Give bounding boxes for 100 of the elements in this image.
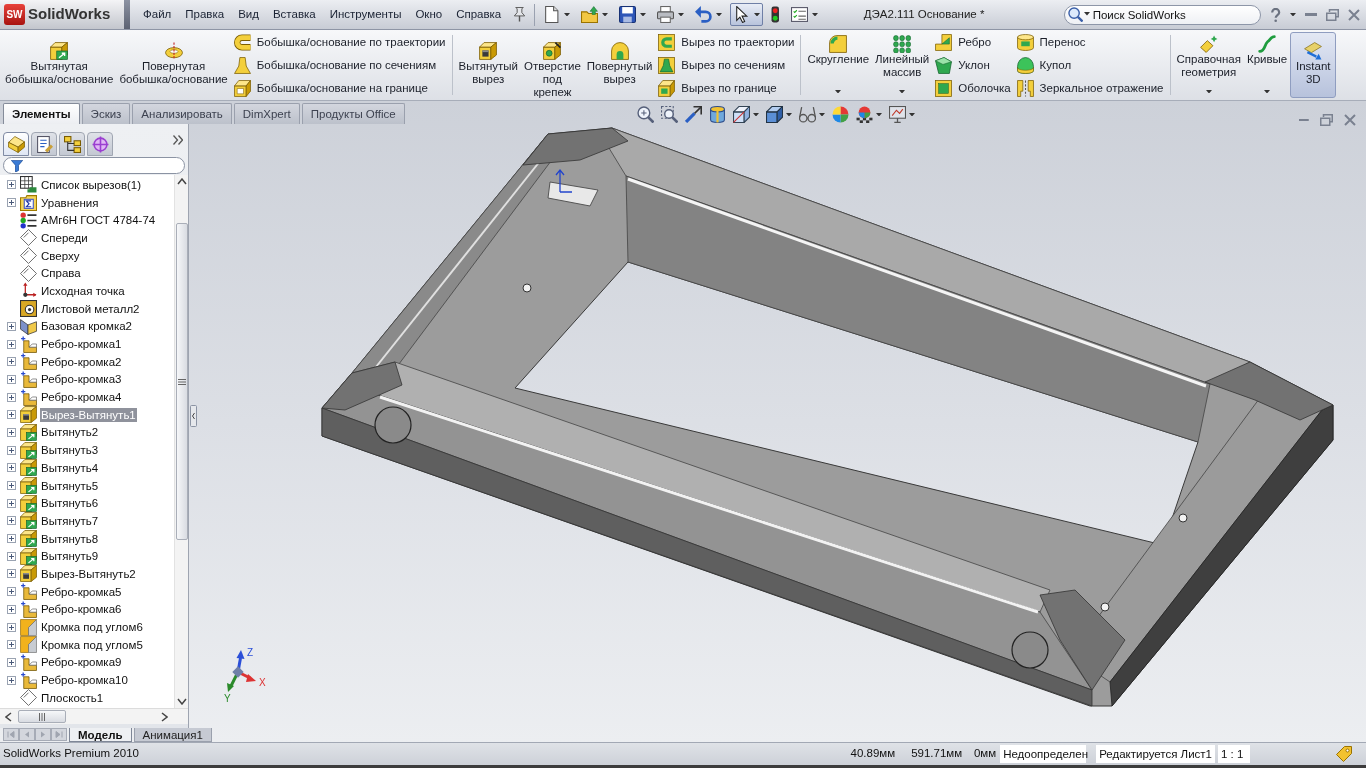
drilled-block-icon[interactable] bbox=[543, 42, 562, 60]
tree-item[interactable]: Сверху bbox=[40, 248, 81, 263]
ruler-arrow-icon[interactable] bbox=[1304, 42, 1323, 60]
bell-shape-icon[interactable] bbox=[233, 57, 251, 74]
command-tab[interactable]: Продукты Office bbox=[301, 103, 405, 124]
tree-item[interactable]: Вытянуть9 bbox=[40, 549, 100, 564]
restore-icon[interactable] bbox=[1326, 8, 1339, 21]
caret-icon[interactable] bbox=[908, 112, 915, 117]
caret-icon[interactable] bbox=[564, 12, 571, 17]
menu-item[interactable]: Справка bbox=[449, 5, 509, 24]
skip-start-icon[interactable] bbox=[3, 728, 19, 741]
expand-icon[interactable] bbox=[6, 463, 16, 473]
expand-icon[interactable] bbox=[6, 604, 16, 614]
scroll-right-icon[interactable] bbox=[161, 711, 168, 722]
expand-icon[interactable] bbox=[6, 551, 16, 561]
ribbon-command[interactable]: Оболочка bbox=[933, 77, 1013, 100]
tree-item[interactable]: Кромка под углом5 bbox=[40, 637, 144, 652]
caret-icon[interactable] bbox=[811, 12, 818, 17]
dome-icon[interactable] bbox=[1016, 57, 1034, 74]
expand-icon[interactable] bbox=[6, 516, 16, 526]
tree-item[interactable]: Уравнения bbox=[40, 195, 100, 210]
revolve-axis-icon[interactable] bbox=[164, 42, 183, 60]
printer-icon[interactable] bbox=[657, 6, 675, 23]
magnifier-icon[interactable] bbox=[636, 106, 654, 123]
double-chevron-icon[interactable] bbox=[173, 135, 183, 145]
tree-item[interactable]: Ребро-кромка4 bbox=[40, 390, 123, 405]
ribbon-command[interactable]: Зеркальное отражение bbox=[1014, 77, 1166, 100]
expand-icon[interactable] bbox=[6, 374, 16, 384]
open-box-cut-icon[interactable] bbox=[658, 80, 676, 97]
ribbon-command[interactable]: Купол bbox=[1014, 54, 1166, 77]
model-tab[interactable]: Анимация1 bbox=[133, 728, 212, 742]
ribbon-button[interactable]: Линейный массив bbox=[872, 32, 933, 98]
blank-page-icon[interactable] bbox=[543, 6, 561, 23]
caret-icon[interactable] bbox=[640, 12, 647, 17]
caret-icon[interactable] bbox=[752, 112, 759, 117]
save-icon[interactable] bbox=[619, 6, 637, 23]
horizontal-scrollbar[interactable] bbox=[0, 708, 188, 724]
menu-item[interactable]: Инструменты bbox=[322, 5, 409, 24]
ribbon-command[interactable]: Вырез по сечениям bbox=[656, 54, 797, 77]
expand-icon[interactable] bbox=[6, 357, 16, 367]
caret-icon[interactable] bbox=[818, 112, 825, 117]
tree-item[interactable]: АМг6Н ГОСТ 4784-74 bbox=[40, 213, 157, 228]
caret-icon[interactable] bbox=[785, 112, 792, 117]
caret-icon[interactable] bbox=[1264, 89, 1271, 93]
undo-icon[interactable] bbox=[695, 6, 713, 23]
menu-item[interactable]: Вставка bbox=[265, 5, 323, 24]
expand-icon[interactable] bbox=[6, 481, 16, 491]
tree-item[interactable]: Листовой металл2 bbox=[40, 301, 141, 316]
block-arrow-icon[interactable] bbox=[50, 42, 69, 60]
cylinder-icon[interactable] bbox=[1016, 34, 1034, 51]
monitor-icon[interactable] bbox=[888, 106, 906, 123]
expand-icon[interactable] bbox=[6, 427, 16, 437]
scroll-up-icon[interactable] bbox=[176, 178, 187, 185]
domed-block-icon[interactable] bbox=[610, 42, 629, 60]
ribbon-button[interactable]: Отверстие под крепеж bbox=[521, 32, 584, 98]
ribbed-block-icon[interactable] bbox=[935, 34, 953, 51]
expand-icon[interactable] bbox=[6, 392, 16, 402]
caret-icon[interactable] bbox=[1205, 89, 1212, 93]
model-tab[interactable]: Модель bbox=[69, 728, 132, 742]
expand-icon[interactable] bbox=[6, 587, 16, 597]
tree-item[interactable]: Плоскость1 bbox=[40, 690, 105, 705]
splitter-handle-icon[interactable] bbox=[189, 405, 197, 427]
ribbon-button[interactable]: Повернутый вырез bbox=[583, 32, 656, 98]
caret-icon[interactable] bbox=[875, 112, 882, 117]
ribbon-command[interactable]: Перенос bbox=[1014, 31, 1166, 54]
dot-grid-icon[interactable] bbox=[893, 35, 912, 53]
shaded-cube-icon[interactable] bbox=[765, 106, 783, 123]
tree-item[interactable]: Кромка под углом6 bbox=[40, 620, 144, 635]
color-sphere-icon[interactable] bbox=[831, 106, 849, 123]
cursor-arrow-icon[interactable] bbox=[733, 6, 751, 23]
checklist-icon[interactable] bbox=[790, 6, 808, 23]
command-tab[interactable]: DimXpert bbox=[233, 103, 300, 124]
scroll-left-icon[interactable] bbox=[5, 711, 12, 722]
curve-icon[interactable] bbox=[1258, 35, 1277, 53]
ribbon-command[interactable]: Уклон bbox=[933, 54, 1013, 77]
block-pocket-icon[interactable] bbox=[479, 42, 498, 60]
menu-item[interactable]: Окно bbox=[408, 5, 450, 24]
tree-item[interactable]: Вытянуть7 bbox=[40, 513, 100, 528]
open-box-icon[interactable] bbox=[233, 80, 251, 97]
tree-item[interactable]: Ребро-кромка9 bbox=[40, 655, 123, 670]
ribbon-command[interactable]: Бобышка/основание по траектории bbox=[231, 31, 448, 54]
ribbon-command[interactable]: Вырез по траектории bbox=[656, 31, 797, 54]
toolbar-button[interactable] bbox=[730, 3, 764, 26]
sectioned-cylinder-icon[interactable] bbox=[708, 106, 726, 123]
ribbon-button[interactable]: Повернутая бобышка/основание bbox=[116, 32, 231, 98]
scroll-down-icon[interactable] bbox=[176, 698, 187, 705]
tree-item[interactable]: Ребро-кромка6 bbox=[40, 602, 123, 617]
tree-item[interactable]: Вытянуть8 bbox=[40, 531, 100, 546]
glasses-icon[interactable] bbox=[798, 106, 816, 123]
tree-item[interactable]: Справа bbox=[40, 266, 82, 281]
expand-icon[interactable] bbox=[6, 657, 16, 667]
tree-item[interactable]: Вытянуть3 bbox=[40, 443, 100, 458]
command-tab[interactable]: Анализировать bbox=[132, 103, 232, 124]
scrollbar-thumb[interactable] bbox=[175, 223, 188, 540]
tree-item[interactable]: Ребро-кромка2 bbox=[40, 354, 123, 369]
sphere-checkerboard-icon[interactable] bbox=[855, 106, 873, 123]
ribbon-button[interactable]: Кривые bbox=[1243, 32, 1291, 98]
expand-icon[interactable] bbox=[6, 410, 16, 420]
filter-field[interactable] bbox=[3, 157, 185, 174]
search-icon[interactable] bbox=[1067, 6, 1083, 22]
